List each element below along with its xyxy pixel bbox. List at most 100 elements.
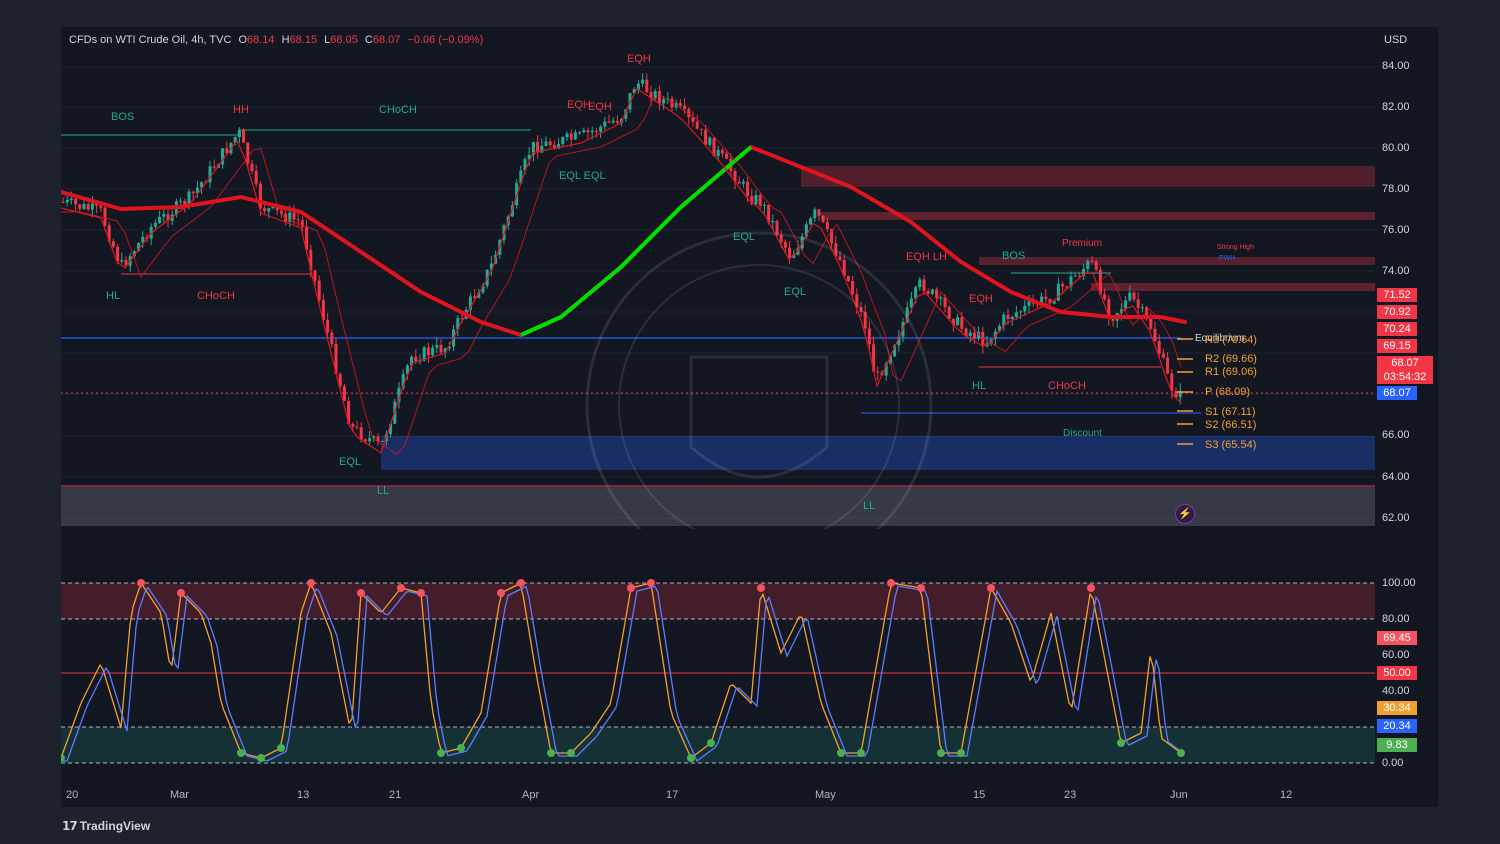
tradingview-logo[interactable]: 𝟭𝟳 TradingView	[62, 819, 150, 833]
candle-body	[741, 181, 745, 184]
osc-badge: 9.83	[1377, 738, 1417, 752]
high-value: 68.15	[289, 34, 318, 46]
candle-body	[1140, 307, 1144, 309]
buy-signal-dot	[857, 749, 865, 757]
candle-body	[1044, 296, 1048, 299]
candle-body	[65, 199, 69, 203]
candle-body	[754, 194, 758, 204]
label-eqh: EQH	[627, 53, 651, 65]
price-tick: 74.00	[1382, 265, 1410, 277]
candle-body	[1132, 292, 1136, 300]
buy-signal-dot	[1177, 749, 1185, 757]
candle-body	[657, 91, 661, 104]
sell-signal-dot	[357, 589, 365, 597]
candle-body	[758, 194, 762, 206]
candle-body	[586, 130, 590, 133]
close-value: 68.07	[372, 34, 401, 46]
sell-signal-dot	[497, 589, 505, 597]
candle-body	[246, 142, 250, 164]
candle-body	[90, 203, 94, 210]
candle-body	[313, 270, 317, 281]
candle-body	[111, 241, 115, 247]
candle-body	[292, 212, 296, 220]
candle-body	[615, 120, 619, 123]
candle-body	[363, 439, 367, 442]
candle-body	[74, 198, 78, 205]
candle-body	[573, 132, 577, 140]
supply-zone-top	[801, 166, 1375, 187]
buy-signal-dot	[457, 744, 465, 752]
osc-tick: 80.00	[1382, 613, 1410, 625]
candle-body	[1086, 261, 1090, 270]
candle-body	[191, 191, 195, 194]
osc-badge: 50.00	[1377, 666, 1417, 680]
osc-tick: 100.00	[1382, 577, 1416, 589]
candle-body	[237, 129, 241, 137]
candle-body	[641, 79, 645, 84]
buy-signal-dot	[837, 749, 845, 757]
candle-body	[179, 200, 183, 202]
candle-body	[267, 207, 271, 212]
candle-body	[1010, 316, 1014, 320]
candle-body	[867, 328, 871, 345]
candle-body	[876, 371, 880, 373]
pivot-p: P (68.09)	[1205, 386, 1251, 398]
candle-body	[342, 386, 346, 401]
price-badge: 71.52	[1377, 288, 1417, 302]
candle-body	[788, 247, 792, 258]
candle-body	[746, 181, 750, 197]
pivot-lines	[1177, 338, 1193, 445]
label-eql: EQL	[784, 286, 806, 298]
sell-signal-dot	[397, 584, 405, 592]
change-value: −0.06 (−0.09%)	[407, 34, 484, 46]
symbol-name[interactable]: CFDs on WTI Crude Oil, 4h, TVC	[69, 34, 231, 46]
time-tick: Jun	[1170, 789, 1188, 801]
candle-body	[704, 129, 708, 145]
candle-body	[683, 105, 687, 110]
candle-body	[1094, 261, 1098, 270]
candle-body	[821, 215, 825, 222]
candle-body	[838, 256, 842, 261]
candle-body	[355, 426, 359, 428]
label-strong-high: Strong High	[1217, 244, 1254, 251]
candle-body	[78, 204, 82, 209]
candle-body	[158, 216, 162, 224]
time-tick: 12	[1280, 789, 1293, 801]
buy-signal-dot	[687, 754, 695, 762]
pivot-s2: S2 (66.51)	[1205, 419, 1257, 431]
symbol-header[interactable]: CFDs on WTI Crude Oil, 4h, TVC O68.14 H6…	[69, 34, 483, 46]
label-pwh: PWH	[1219, 255, 1235, 262]
sell-signal-dot	[627, 584, 635, 592]
price-pane[interactable]: BOS HH CHoCH HL CHoCH EQL LL EQH EQH EQH…	[61, 27, 1375, 529]
time-tick: Mar	[170, 789, 189, 801]
candle-body	[69, 198, 73, 200]
candle-body	[250, 163, 254, 171]
price-badge-blue: 68.07	[1377, 386, 1417, 400]
candle-body	[317, 280, 321, 301]
price-tick: 66.00	[1382, 429, 1410, 441]
candle-body	[544, 141, 548, 146]
candle-body	[662, 99, 666, 104]
label-eql: EQL	[339, 456, 361, 468]
candle-body	[153, 223, 157, 227]
sell-signal-dot	[757, 584, 765, 592]
sell-signal-dot	[517, 579, 525, 587]
candle-body	[435, 344, 439, 348]
candle-body	[720, 150, 724, 154]
lightning-icon[interactable]: ⚡	[1175, 504, 1195, 524]
candle-body	[1073, 275, 1077, 277]
pivot-r3: R3 (70.64)	[1205, 334, 1257, 346]
oscillator-pane[interactable]	[61, 553, 1375, 778]
candle-body	[254, 170, 258, 184]
ema-slow-bull	[520, 145, 753, 337]
candle-body	[972, 332, 976, 339]
pivot-s1: S1 (67.11)	[1205, 406, 1256, 418]
candle-body	[699, 128, 703, 130]
sell-signal-dot	[307, 579, 315, 587]
candle-body	[1136, 299, 1140, 308]
sell-signal-dot	[647, 579, 655, 587]
candle-body	[678, 103, 682, 106]
candle-body	[956, 317, 960, 326]
currency-label[interactable]: USD	[1384, 34, 1407, 46]
label-bos: BOS	[1002, 250, 1025, 262]
